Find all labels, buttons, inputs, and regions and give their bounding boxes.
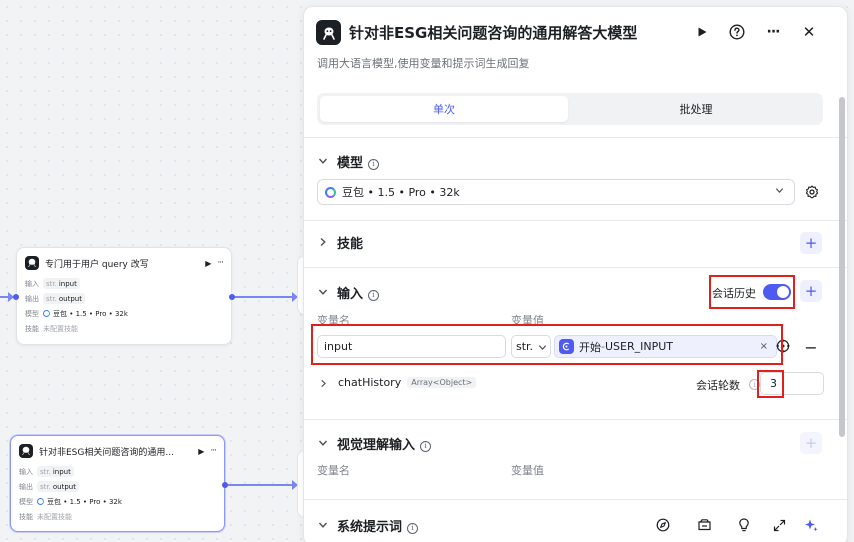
chevron-right-icon[interactable]: [317, 236, 329, 248]
info-icon[interactable]: i: [368, 289, 380, 301]
node-input-row: 输入 str. input: [25, 276, 223, 291]
chat-history-label: 会话历史: [712, 287, 756, 300]
start-node-icon: [559, 339, 574, 354]
column-variable-value: 变量值: [511, 314, 544, 327]
info-icon[interactable]: i: [368, 158, 380, 170]
clear-icon[interactable]: ×: [760, 341, 768, 352]
variable-name-input[interactable]: input: [317, 335, 506, 358]
chevron-down-icon: [538, 342, 547, 355]
vision-section-title: 视觉理解输入 i: [337, 434, 432, 453]
doubao-logo-icon: [43, 310, 50, 317]
add-vision-input-button[interactable]: +: [800, 432, 822, 454]
variable-settings-icon[interactable]: [774, 336, 792, 356]
expand-icon[interactable]: [771, 517, 787, 533]
library-icon[interactable]: [696, 517, 712, 533]
doubao-logo-icon: [325, 186, 336, 198]
chevron-down-icon: [775, 186, 784, 198]
node-output-row: 输出 str. output: [19, 479, 216, 494]
doubao-logo-icon: [37, 498, 44, 505]
add-input-button[interactable]: +: [800, 280, 822, 302]
llm-icon: [25, 256, 39, 270]
system-prompt-section-title: 系统提示词 i: [337, 516, 419, 535]
chevron-down-icon[interactable]: [317, 437, 329, 449]
node-model-row: 模型 豆包 • 1.5 • Pro • 32k: [19, 497, 122, 506]
node-title: 专门用于用户 query 改写: [45, 259, 149, 270]
rounds-label: 会话轮数: [696, 379, 740, 392]
skills-section-title: 技能: [337, 237, 364, 252]
variable-type-select[interactable]: str.: [511, 335, 551, 358]
help-icon[interactable]: [726, 21, 748, 43]
type-badge: Array<Object>: [407, 377, 477, 388]
divider: [304, 137, 847, 138]
model-section-title: 模型 i: [337, 152, 380, 171]
play-icon[interactable]: ▶: [198, 447, 204, 456]
info-icon[interactable]: i: [420, 440, 432, 452]
add-skill-button[interactable]: +: [800, 232, 822, 254]
play-icon[interactable]: ▶: [205, 259, 211, 268]
tab-single[interactable]: 单次: [320, 96, 568, 122]
llm-icon: [316, 20, 341, 45]
info-icon[interactable]: i: [749, 379, 760, 390]
divider: [304, 220, 847, 221]
divider: [304, 499, 847, 500]
column-variable-name: 变量名: [317, 464, 350, 477]
panel-header: 针对非ESG相关问题咨询的通用解答大模型 调用大语言模型,使用变量和提示词生成回…: [304, 7, 847, 85]
panel-title[interactable]: 针对非ESG相关问题咨询的通用解答大模型: [349, 22, 637, 43]
node-config-panel: 针对非ESG相关问题咨询的通用解答大模型 调用大语言模型,使用变量和提示词生成回…: [303, 6, 848, 542]
close-icon[interactable]: ✕: [798, 21, 820, 43]
node-output-row: 输出 str. output: [25, 291, 223, 306]
input-port[interactable]: [13, 294, 19, 300]
node-model-row: 模型 豆包 • 1.5 • Pro • 32k: [25, 309, 128, 318]
more-icon[interactable]: ···: [762, 21, 784, 43]
edge-left-incoming: [0, 292, 14, 302]
input-section-title: 输入 i: [337, 283, 380, 302]
rounds-input[interactable]: 3: [760, 372, 824, 395]
chevron-right-icon[interactable]: [317, 377, 329, 389]
chevron-down-icon[interactable]: [317, 519, 329, 531]
play-icon[interactable]: [691, 21, 713, 43]
node-skills-row: 技能 未配置技能: [25, 324, 78, 333]
llm-icon: [19, 444, 33, 458]
lightbulb-icon[interactable]: [736, 517, 752, 533]
output-port[interactable]: [229, 294, 235, 300]
divider: [304, 267, 847, 268]
panel-description[interactable]: 调用大语言模型,使用变量和提示词生成回复: [317, 55, 530, 71]
node-title: 针对非ESG相关问题咨询的通用...: [39, 447, 174, 458]
more-icon[interactable]: ···: [210, 446, 217, 456]
more-icon[interactable]: ···: [217, 258, 224, 268]
divider: [304, 419, 847, 420]
chevron-down-icon[interactable]: [317, 155, 329, 167]
chat-history-toggle[interactable]: [763, 284, 791, 300]
variable-reference[interactable]: 开始 - USER_INPUT ×: [554, 335, 777, 358]
tab-batch[interactable]: 批处理: [572, 96, 820, 122]
llm-node-query-rewrite[interactable]: 专门用于用户 query 改写 ▶ ··· 输入 str. input 输出 str.…: [13, 247, 235, 345]
selected-model: 豆包 • 1.5 • Pro • 32k: [342, 186, 460, 199]
chevron-down-icon[interactable]: [317, 286, 329, 298]
run-mode-tabs: 单次 批处理: [317, 93, 823, 125]
info-icon[interactable]: i: [407, 522, 419, 534]
node-skills-row: 技能 未配置技能: [19, 512, 72, 521]
compass-icon[interactable]: [655, 517, 671, 533]
column-variable-name: 变量名: [317, 314, 350, 327]
edge-node2-out: [228, 480, 298, 490]
settings-icon[interactable]: [801, 181, 823, 203]
remove-variable-button[interactable]: −: [800, 336, 822, 358]
llm-node-general-answer[interactable]: 针对非ESG相关问题咨询的通用... ▶ ··· 输入 str. input 输出 s…: [10, 435, 228, 532]
node-input-row: 输入 str. input: [19, 464, 216, 479]
model-select[interactable]: 豆包 • 1.5 • Pro • 32k: [317, 179, 795, 205]
chat-history-variable: chatHistory Array<Object>: [338, 376, 477, 389]
panel-scrollbar[interactable]: [839, 97, 845, 437]
edge-node1-out: [234, 292, 298, 302]
column-variable-value: 变量值: [511, 464, 544, 477]
ai-sparkle-icon[interactable]: [803, 517, 819, 533]
output-port[interactable]: [222, 482, 228, 488]
